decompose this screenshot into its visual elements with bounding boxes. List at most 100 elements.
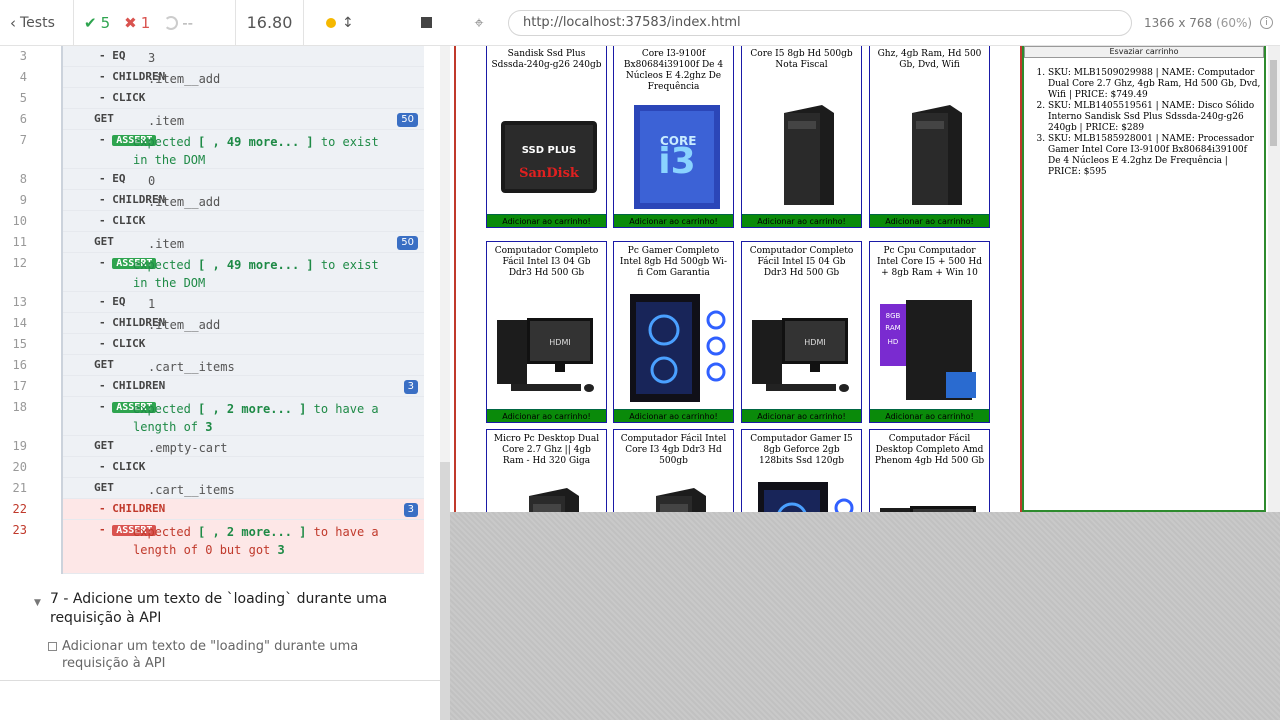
command-number: 23 [12,523,27,537]
product-image [748,478,856,512]
command-number: 10 [12,214,27,228]
reporter-scrollbar[interactable] [440,46,450,720]
product-card: Computador Completo Fácil Intel I5 04 Gb… [741,241,862,423]
add-to-cart-button[interactable]: Adicionar ao carrinho! [487,214,606,227]
command-log: 3- EQ 3 4- CHILDREN .item__add 5- CLICK 6 GET.… [0,46,440,680]
command-number: 22 [12,502,27,516]
command-message: expected [ , 49 more... ] to exist in th… [133,258,379,290]
product-title: Computador Fácil Desktop Completo Amd Ph… [874,434,985,466]
product-title: Core I5 8gb Hd 500gb Nota Fiscal [750,49,853,70]
product-card: Ghz, 4gb Ram, Hd 500 Gb, Dvd, Wifi Adicio… [869,46,990,228]
command-row[interactable]: 19 GET .empty-cart [13,436,424,457]
product-card: Pc Cpu Computador Intel Core I5 + 500 Hd… [869,241,990,423]
product-title: Computador Fácil Intel Core I3 4gb Ddr3 … [620,434,727,466]
command-row[interactable]: 6 GET .item 50 [20,109,424,130]
command-row[interactable]: 20- CLICK [13,457,424,478]
command-number: 17 [12,379,27,393]
svg-text:CORE: CORE [660,134,696,148]
pending-icon [164,15,179,30]
passed-count: ✔ 5 [84,13,111,32]
command-row[interactable]: 12- ASSERT expected [ , 49 more... ] to e… [13,253,424,292]
stop-icon[interactable] [421,17,432,28]
product-card: Pc Gamer Completo Intel 8gb Hd 500gb Wi-… [613,241,734,423]
test-runner-panel: ‹ Tests ✔ 5 ✖ 1 -- 16.80 ↕ 3- EQ 3 4- CHILDR… [0,0,450,720]
command-row[interactable]: 14- CHILDREN .item__add [13,313,424,334]
command-message [148,460,424,477]
command-number: 4 [19,70,27,84]
command-row[interactable]: 11 GET .item 50 [13,232,424,253]
info-icon[interactable]: i [1260,16,1274,29]
test-stats: ✔ 5 ✖ 1 -- [74,0,236,46]
command-row[interactable]: 16 GET .cart__items [13,355,424,376]
add-to-cart-button[interactable]: Adicionar ao carrinho! [742,214,861,227]
app-under-test: Sandisk Ssd Plus Sdssda-240g-g26 240gb SS… [450,46,1280,512]
command-message: expected [ , 2 more... ] to have a lengt… [133,525,379,557]
viewport-scale: (60%) [1216,15,1253,30]
command-row[interactable]: 18- ASSERT expected [ , 2 more... ] to ha… [13,397,424,436]
command-row[interactable]: 4- CHILDREN .item__add [20,67,424,88]
command-row[interactable]: 8- EQ 0 [20,169,424,190]
test-7-case[interactable]: Adicionar um texto de "loading" durante … [36,638,426,672]
viewport-size: 1366 x 768 [1144,15,1213,30]
command-message: 0 [148,174,156,188]
svg-text:HD: HD [888,338,899,346]
svg-text:RAM: RAM [885,324,900,332]
product-card: Micro Pc Desktop Dual Core 2.7 Ghz || 4g… [486,429,607,512]
command-message: expected [ , 49 more... ] to exist in th… [133,135,379,167]
product-title: Ghz, 4gb Ram, Hd 500 Gb, Dvd, Wifi [877,49,982,70]
command-message: .cart__items [148,360,235,374]
url-bar[interactable]: http://localhost:37583/index.html [508,9,1132,36]
cart-item[interactable]: SKU: MLB1405519561 | NAME: Disco Sólido … [1048,101,1262,134]
cart-item[interactable]: SKU: MLB1585928001 | NAME: Processador G… [1048,134,1262,178]
aut-header: ⌖ http://localhost:37583/index.html 1366… [450,0,1280,46]
back-to-tests-button[interactable]: ‹ Tests [0,0,74,46]
command-number: 7 [19,133,27,147]
scrollbar-thumb[interactable] [440,462,450,720]
command-row[interactable]: 21 GET .cart__items [13,478,424,499]
command-row[interactable]: 3- EQ 3 [20,46,424,67]
add-to-cart-button[interactable]: Adicionar ao carrinho! [870,214,989,227]
command-dash: - [99,400,113,413]
command-number: 3 [19,49,27,63]
checkbox-icon [48,642,57,651]
command-message: .cart__items [148,483,235,497]
test-7[interactable]: ▼ 7 - Adicione um texto de `loading` dur… [34,590,426,672]
command-row[interactable]: 10- CLICK [13,211,424,232]
auto-scroll-toggle[interactable]: ↕ [326,15,354,31]
x-icon: ✖ [124,13,137,32]
product-image: HDMI [748,290,856,404]
command-row[interactable]: 5- CLICK [20,88,424,109]
product-card: Core I5 8gb Hd 500gb Nota Fiscal Adiciona… [741,46,862,228]
command-row[interactable]: 13- EQ 1 [13,292,424,313]
empty-cart-button[interactable]: Esvaziar carrinho [1024,46,1264,58]
command-message: expected [ , 2 more... ] to have a lengt… [133,402,379,434]
add-to-cart-button[interactable]: Adicionar ao carrinho! [870,409,989,422]
command-row[interactable]: 22- CHILDREN 3 [13,499,424,520]
divider [0,680,440,681]
scrollbar-thumb[interactable] [1270,60,1277,146]
reporter-header: ‹ Tests ✔ 5 ✖ 1 -- 16.80 ↕ [0,0,450,46]
add-to-cart-button[interactable]: Adicionar ao carrinho! [742,409,861,422]
command-number: 20 [12,460,27,474]
test-7-title[interactable]: 7 - Adicione um texto de `loading` duran… [36,590,426,628]
selector-playground-icon[interactable]: ⌖ [450,13,508,33]
command-number: 8 [19,172,27,186]
command-dash: - [99,256,113,269]
tests-label: Tests [20,14,55,31]
command-row[interactable]: 9- CHILDREN .item__add [20,190,424,211]
cart-item[interactable]: SKU: MLB1509029988 | NAME: Computador Du… [1048,68,1262,101]
add-to-cart-button[interactable]: Adicionar ao carrinho! [614,409,733,422]
product-card: Computador Gamer I5 8gb Geforce 2gb 128b… [741,429,862,512]
product-card: Computador Fácil Intel Core I3 4gb Ddr3 … [613,429,734,512]
product-title: Pc Gamer Completo Intel 8gb Hd 500gb Wi-… [619,246,728,278]
add-to-cart-button[interactable]: Adicionar ao carrinho! [614,214,733,227]
svg-text:HDMI: HDMI [804,338,825,347]
command-row[interactable]: 17- CHILDREN 3 [13,376,424,397]
cart-section: Esvaziar carrinho SKU: MLB1509029988 | N… [1022,46,1266,512]
command-row[interactable]: 7- ASSERT expected [ , 49 more... ] to ex… [20,130,424,169]
command-row[interactable]: 23- ASSERT expected [ , 2 more... ] to ha… [13,520,424,574]
add-to-cart-button[interactable]: Adicionar ao carrinho! [487,409,606,422]
count-badge: 3 [403,503,418,517]
app-scrollbar[interactable] [1268,46,1280,512]
command-row[interactable]: 15- CLICK [13,334,424,355]
